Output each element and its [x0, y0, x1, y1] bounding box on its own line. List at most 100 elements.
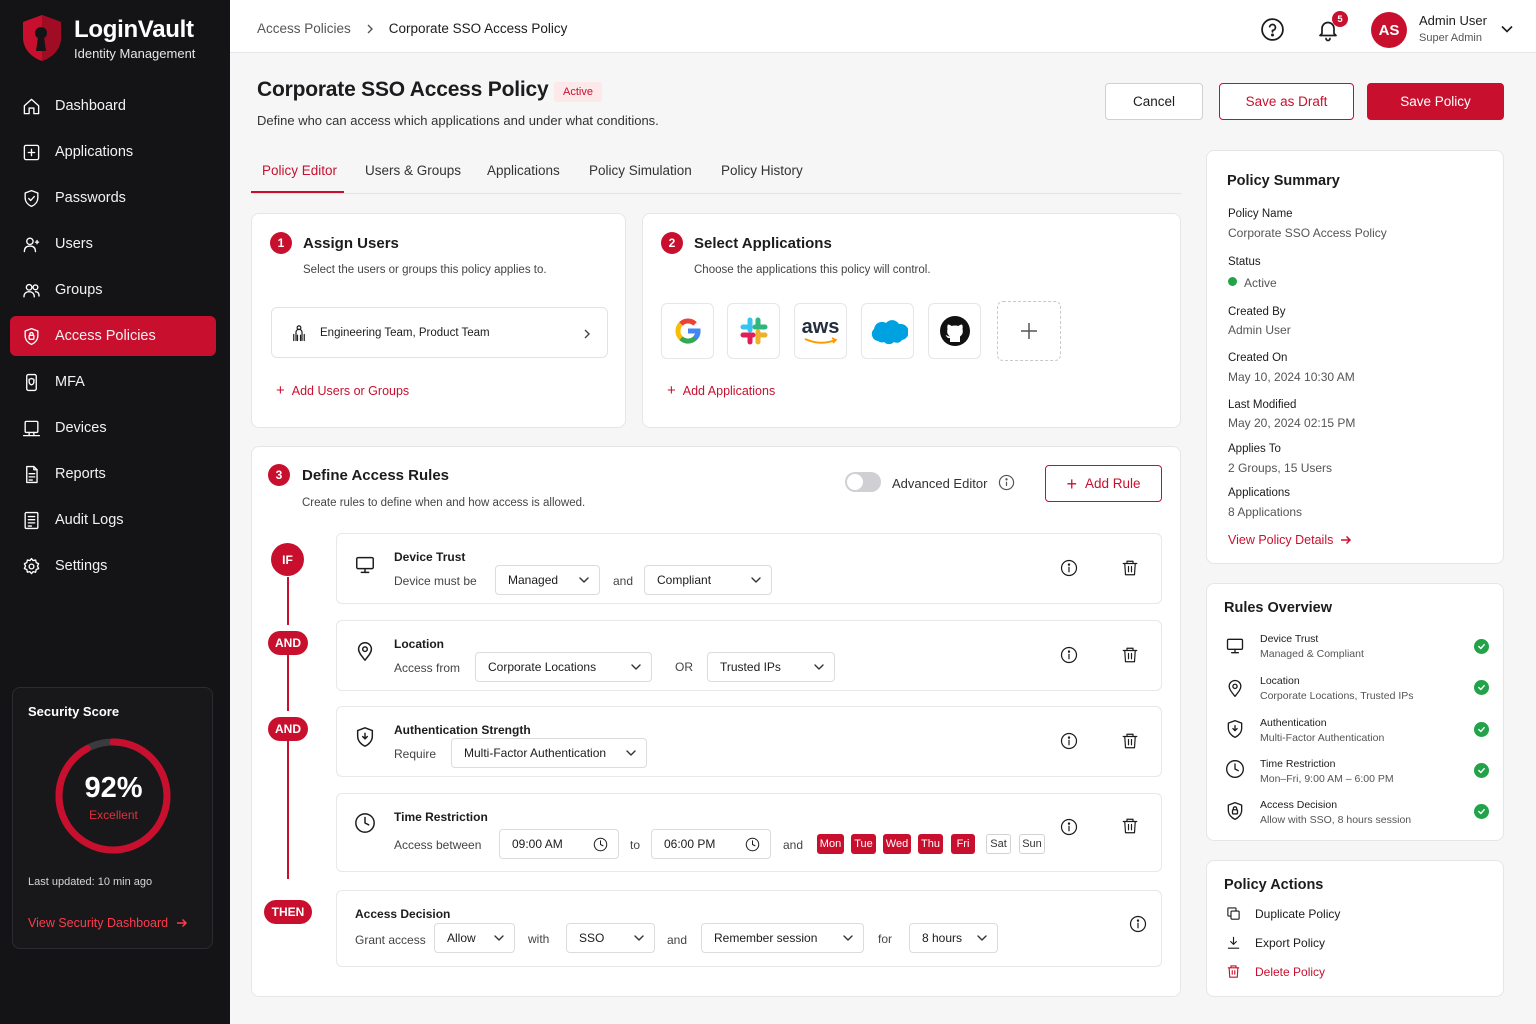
assign-users-card: 1 Assign Users Select the users or group… [251, 213, 626, 428]
add-applications-link[interactable]: + Add Applications [667, 383, 775, 398]
info-icon[interactable] [1060, 559, 1078, 577]
tab-policy-editor[interactable]: Policy Editor [262, 163, 337, 178]
sidebar-item-access-policies[interactable]: Access Policies [10, 316, 216, 356]
selected-groups-field[interactable]: Engineering Team, Product Team [271, 307, 608, 358]
add-application-tile[interactable] [997, 301, 1061, 361]
sidebar-item-label: MFA [55, 374, 85, 390]
info-icon[interactable] [1060, 646, 1078, 664]
day-toggle-thu[interactable]: Thu [918, 834, 943, 854]
export-policy-action[interactable]: Export Policy [1226, 935, 1325, 950]
active-tab-indicator [251, 191, 344, 193]
save-policy-button[interactable]: Save Policy [1367, 83, 1504, 120]
gear-icon [23, 557, 40, 574]
avatar[interactable]: AS [1371, 12, 1407, 48]
rule-join: and [613, 574, 634, 588]
rule-join: to [630, 838, 641, 852]
device-state-select[interactable]: Managed [495, 565, 600, 595]
select-value: Trusted IPs [720, 660, 781, 674]
link-label: View Security Dashboard [28, 916, 169, 930]
trusted-ips-select[interactable]: Trusted IPs [707, 652, 835, 682]
start-time-input[interactable]: 09:00 AM [499, 829, 619, 859]
sidebar-item-passwords[interactable]: Passwords [10, 178, 216, 218]
add-users-or-groups-link[interactable]: + Add Users or Groups [276, 382, 409, 399]
app-slack[interactable] [727, 303, 780, 359]
select-applications-title: Select Applications [694, 235, 832, 252]
overview-item-sub: Multi-Factor Authentication [1260, 732, 1385, 744]
view-security-dashboard-link[interactable]: View Security Dashboard [28, 916, 188, 930]
sidebar-item-mfa[interactable]: MFA [10, 362, 216, 402]
sidebar-item-dashboard[interactable]: Dashboard [10, 86, 216, 126]
tab-policy-simulation[interactable]: Policy Simulation [589, 163, 692, 178]
cancel-button[interactable]: Cancel [1105, 83, 1203, 120]
help-button[interactable] [1260, 17, 1285, 45]
plus-icon: + [1066, 473, 1077, 494]
shield-check-icon [24, 189, 39, 207]
auth-method-select[interactable]: SSO [566, 923, 655, 953]
overview-item-sub: Managed & Compliant [1260, 648, 1364, 660]
shield-lock-icon [1227, 802, 1243, 820]
remember-session-select[interactable]: Remember session [701, 923, 864, 953]
day-toggle-mon[interactable]: Mon [817, 834, 844, 854]
advanced-editor-label: Advanced Editor [892, 476, 988, 491]
and-connector: AND [268, 717, 308, 741]
rules-overview-title: Rules Overview [1224, 600, 1332, 616]
user-menu-chevron-down-icon[interactable] [1501, 25, 1513, 33]
rule-label: Device must be [394, 574, 477, 588]
delete-policy-action[interactable]: Delete Policy [1226, 964, 1325, 979]
sidebar-item-users[interactable]: Users [10, 224, 216, 264]
tab-policy-history[interactable]: Policy History [721, 163, 803, 178]
info-icon[interactable] [1060, 818, 1078, 836]
sidebar-item-reports[interactable]: Reports [10, 454, 216, 494]
sidebar-item-devices[interactable]: Devices [10, 408, 216, 448]
app-logo[interactable]: LoginVault Identity Management [20, 13, 195, 63]
tab-users-groups[interactable]: Users & Groups [365, 163, 461, 178]
save-as-draft-button[interactable]: Save as Draft [1219, 83, 1354, 120]
trash-icon[interactable] [1121, 731, 1139, 751]
user-name[interactable]: Admin User [1419, 13, 1487, 28]
day-toggle-sun[interactable]: Sun [1019, 834, 1045, 854]
access-rules-title: Define Access Rules [302, 467, 450, 484]
advanced-editor-toggle[interactable] [845, 472, 881, 492]
view-policy-details-link[interactable]: View Policy Details [1228, 533, 1352, 547]
overview-item-title: Time Restriction [1260, 758, 1336, 770]
device-compliance-select[interactable]: Compliant [644, 565, 772, 595]
home-icon [23, 98, 40, 114]
trash-icon[interactable] [1121, 645, 1139, 665]
overview-item-sub: Allow with SSO, 8 hours session [1260, 814, 1412, 826]
day-toggle-fri[interactable]: Fri [951, 834, 975, 854]
sidebar-item-audit-logs[interactable]: Audit Logs [10, 500, 216, 540]
security-score-title: Security Score [28, 704, 120, 719]
auth-strength-select[interactable]: Multi-Factor Authentication [451, 738, 647, 768]
day-toggle-sat[interactable]: Sat [986, 834, 1011, 854]
end-time-input[interactable]: 06:00 PM [651, 829, 771, 859]
access-action-select[interactable]: Allow [434, 923, 515, 953]
tab-applications[interactable]: Applications [487, 163, 560, 178]
day-toggle-wed[interactable]: Wed [883, 834, 911, 854]
session-duration-select[interactable]: 8 hours [909, 923, 998, 953]
trash-icon[interactable] [1121, 816, 1139, 836]
day-toggle-tue[interactable]: Tue [851, 834, 876, 854]
info-icon[interactable] [998, 474, 1015, 491]
duplicate-policy-action[interactable]: Duplicate Policy [1226, 906, 1340, 921]
security-score-value: 92% [84, 772, 143, 804]
sidebar-item-settings[interactable]: Settings [10, 546, 216, 586]
step-number: 3 [268, 464, 290, 486]
add-rule-button[interactable]: + Add Rule [1045, 465, 1162, 502]
app-github[interactable] [928, 303, 981, 359]
breadcrumb-access-policies[interactable]: Access Policies [257, 21, 351, 36]
app-aws[interactable]: aws [794, 303, 847, 359]
chevron-down-icon [843, 935, 853, 941]
sidebar-item-applications[interactable]: Applications [10, 132, 216, 172]
chevron-down-icon [977, 935, 987, 941]
plus-icon: + [276, 382, 285, 399]
arrow-right-icon [177, 918, 188, 928]
app-google[interactable] [661, 303, 714, 359]
sidebar-item-groups[interactable]: Groups [10, 270, 216, 310]
info-icon[interactable] [1060, 732, 1078, 750]
app-salesforce[interactable] [861, 303, 914, 359]
location-select[interactable]: Corporate Locations [475, 652, 652, 682]
step-number: 1 [270, 232, 292, 254]
sidebar-item-label: Applications [55, 144, 134, 160]
info-icon[interactable] [1129, 915, 1147, 933]
trash-icon[interactable] [1121, 558, 1139, 578]
